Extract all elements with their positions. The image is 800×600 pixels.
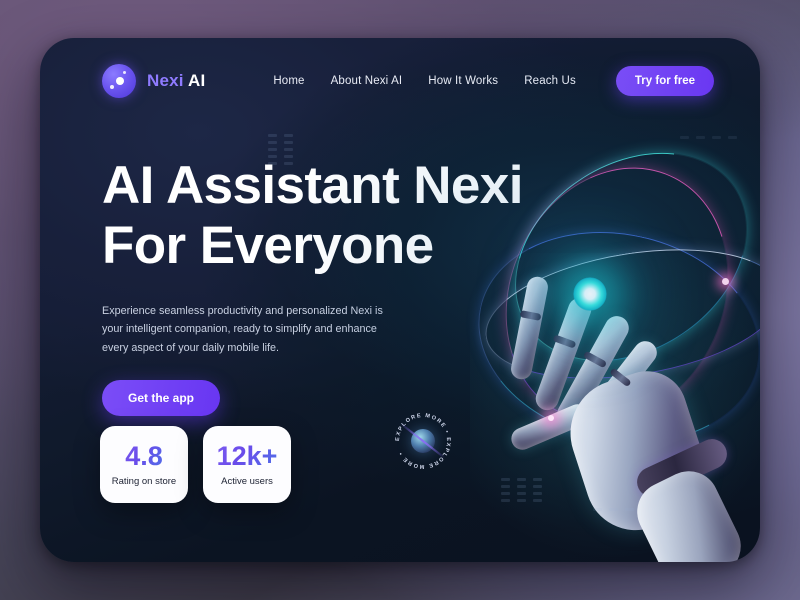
- stat-label: Rating on store: [111, 475, 177, 487]
- brand-name: Nexi AI: [147, 71, 205, 91]
- title-line-2: For Everyone: [102, 215, 434, 275]
- decorative-ticks: [680, 136, 737, 139]
- title-line-1: AI Assistant Nexi: [102, 156, 523, 215]
- nav-links: Home About Nexi AI How It Works Reach Us…: [273, 66, 714, 96]
- brand-logo[interactable]: Nexi AI: [102, 64, 205, 98]
- stat-label: Active users: [221, 475, 273, 487]
- hand-joint: [609, 367, 632, 388]
- try-for-free-button[interactable]: Try for free: [615, 66, 714, 96]
- nav-item-about-nexi-ai[interactable]: About Nexi AI: [331, 75, 403, 87]
- nav-item-how-it-works[interactable]: How It Works: [428, 75, 498, 87]
- get-the-app-button[interactable]: Get the app: [102, 380, 221, 417]
- stat-cards: 4.8 Rating on store 12k+ Active users: [100, 426, 291, 503]
- stat-value: 4.8: [125, 440, 163, 471]
- decorative-ticks: [593, 508, 634, 511]
- stat-value: 12k+: [216, 440, 278, 471]
- stat-card-rating: 4.8 Rating on store: [100, 426, 188, 503]
- explore-more-badge[interactable]: EXPLORE MORE • EXPLORE MORE •: [392, 410, 454, 472]
- top-navbar: Nexi AI Home About Nexi AI How It Works …: [40, 38, 760, 124]
- page-title: AI Assistant Nexi For Everyone: [102, 156, 602, 276]
- hero-card: Nexi AI Home About Nexi AI How It Works …: [40, 38, 760, 562]
- hand-cuff: [632, 434, 732, 502]
- hero-content: AI Assistant Nexi For Everyone Experienc…: [102, 156, 602, 417]
- hero-subtitle: Experience seamless productivity and per…: [102, 304, 383, 354]
- brand-name-plain: AI: [188, 71, 206, 90]
- decorative-ticks: [501, 478, 542, 502]
- nexi-orb-logo-icon: [102, 64, 136, 98]
- orbit-particle-icon: [722, 278, 729, 285]
- nav-item-home[interactable]: Home: [273, 75, 304, 87]
- stat-card-users: 12k+ Active users: [203, 426, 291, 503]
- hand-wrist: [627, 461, 751, 562]
- brand-name-accent: Nexi: [147, 71, 184, 90]
- nav-item-reach-us[interactable]: Reach Us: [524, 75, 576, 87]
